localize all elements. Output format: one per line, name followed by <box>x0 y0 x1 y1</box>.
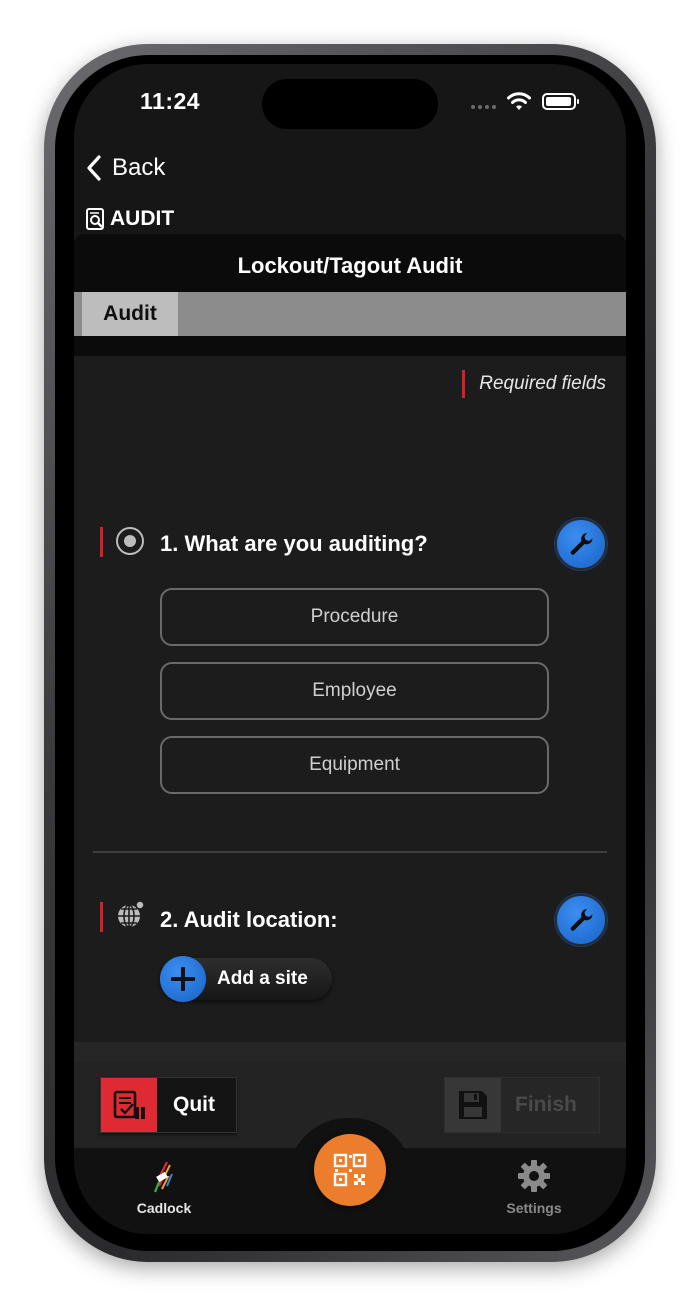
add-site-label: Add a site <box>217 968 308 989</box>
required-fields-note: Required fields <box>462 370 606 398</box>
required-marker-q2 <box>100 902 103 932</box>
section-title-label: AUDIT <box>110 207 175 230</box>
gear-icon <box>518 1160 550 1192</box>
section-divider <box>93 851 607 853</box>
bottom-divider <box>74 1042 626 1062</box>
option-procedure[interactable]: Procedure <box>160 588 549 646</box>
dynamic-island <box>262 79 438 129</box>
save-icon <box>459 1091 487 1119</box>
question-2-tool-button[interactable] <box>555 894 607 946</box>
question-2-title: 2. Audit location: <box>160 907 338 932</box>
battery-icon <box>542 93 579 110</box>
required-fields-label: Required fields <box>479 373 606 394</box>
globe-location-icon <box>118 900 145 928</box>
scan-qr-button[interactable] <box>314 1134 386 1206</box>
plus-icon <box>160 956 206 1002</box>
quit-label: Quit <box>173 1093 215 1116</box>
tab-spacer <box>74 336 626 356</box>
audit-form: Required fields 1. What are you auditing… <box>74 356 626 1042</box>
tab-audit[interactable]: Audit <box>82 292 178 336</box>
radio-icon <box>116 527 144 555</box>
back-label: Back <box>112 154 166 181</box>
back-button[interactable]: Back <box>86 154 165 182</box>
bottom-tab-bar: Cadlock Settings <box>74 1118 626 1234</box>
finish-button[interactable]: Finish <box>444 1077 600 1133</box>
wifi-icon <box>507 92 531 110</box>
section-title: AUDIT <box>86 207 174 231</box>
finish-label: Finish <box>515 1093 577 1116</box>
cadlock-icon <box>153 1161 173 1193</box>
option-employee[interactable]: Employee <box>160 662 549 720</box>
question-1-tool-button[interactable] <box>555 518 607 570</box>
app-screen: 11:24 Back AUDIT Lockout/Tagout Audit Au… <box>74 64 626 1234</box>
required-marker-q1 <box>100 527 103 557</box>
add-site-button[interactable]: Add a site <box>160 956 332 1002</box>
wrench-icon <box>570 533 593 555</box>
finish-icon-box <box>445 1078 501 1132</box>
tab-settings[interactable]: Settings <box>474 1148 594 1216</box>
tab-settings-label: Settings <box>506 1200 562 1216</box>
tab-bar: Audit <box>74 292 626 336</box>
quit-button[interactable]: Quit <box>100 1077 237 1133</box>
quit-audit-icon <box>113 1090 145 1119</box>
question-1-title: 1. What are you auditing? <box>160 531 428 556</box>
qr-code-icon <box>333 1153 367 1187</box>
chevron-left-icon <box>87 155 101 181</box>
status-time: 11:24 <box>140 88 201 114</box>
cellular-signal-icon <box>471 105 496 109</box>
wrench-icon <box>570 909 593 931</box>
option-equipment[interactable]: Equipment <box>160 736 549 794</box>
required-marker <box>462 370 466 398</box>
audit-icon <box>86 208 104 230</box>
page-title: Lockout/Tagout Audit <box>74 234 626 292</box>
tab-cadlock-label: Cadlock <box>136 1200 192 1216</box>
quit-icon-box <box>101 1078 157 1132</box>
tab-cadlock[interactable]: Cadlock <box>104 1148 224 1216</box>
